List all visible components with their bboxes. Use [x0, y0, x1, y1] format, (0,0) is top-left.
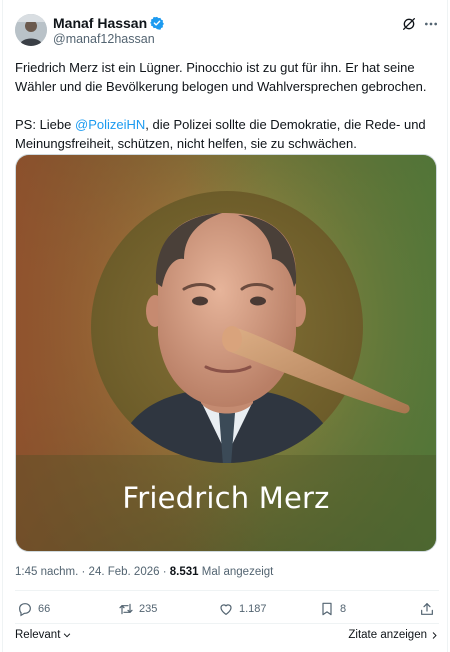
tweet-meta: 1:45 nachm. · 24. Feb. 2026 · 8.531 Mal … — [15, 566, 273, 578]
tweet-time[interactable]: 1:45 nachm. — [15, 566, 78, 578]
repost-button[interactable]: 235 — [118, 601, 157, 617]
bookmark-button[interactable]: 8 — [319, 601, 346, 617]
tweet-image[interactable]: Friedrich Merz — [15, 154, 437, 552]
sort-dropdown[interactable]: Relevant — [15, 629, 72, 641]
display-name[interactable]: Manaf Hassan — [53, 15, 147, 31]
chevron-right-icon — [432, 631, 437, 639]
image-caption: Friedrich Merz — [122, 481, 330, 515]
tweet-header: Manaf Hassan @manaf12hassan — [15, 12, 439, 48]
tweet-card: Manaf Hassan @manaf12hassan Friedrich Me… — [2, 0, 448, 652]
reply-count: 66 — [38, 603, 51, 615]
heart-icon — [220, 604, 232, 616]
sort-label: Relevant — [15, 629, 61, 641]
tweet-paragraph-1: Friedrich Merz ist ein Lügner. Pinocchio… — [15, 60, 427, 94]
views-label: Mal angezeigt — [201, 566, 274, 578]
verified-badge-icon — [150, 16, 165, 30]
like-count: 1.187 — [239, 603, 267, 615]
grok-icon[interactable] — [401, 16, 417, 32]
divider — [15, 590, 439, 591]
tweet-ps-prefix: PS: Liebe — [15, 117, 75, 132]
meta-separator: · — [81, 566, 86, 578]
action-bar: 66 235 1.187 8 — [15, 601, 439, 621]
reply-button[interactable]: 66 — [17, 601, 50, 617]
like-button[interactable]: 1.187 — [218, 601, 267, 617]
name-row: Manaf Hassan — [53, 15, 165, 31]
view-quotes-link[interactable]: Zitate anzeigen — [348, 629, 439, 641]
share-button[interactable] — [419, 601, 435, 617]
repost-count: 235 — [139, 603, 158, 615]
repost-icon — [119, 603, 133, 615]
reply-icon — [19, 603, 31, 617]
bookmark-icon — [322, 602, 332, 616]
divider — [15, 623, 439, 624]
avatar[interactable] — [15, 14, 47, 46]
reply-footer: Relevant Zitate anzeigen — [15, 627, 439, 645]
tweet-date[interactable]: 24. Feb. 2026 — [89, 566, 160, 578]
tweet-text: Friedrich Merz ist ein Lügner. Pinocchio… — [15, 58, 439, 153]
bookmark-count: 8 — [340, 603, 347, 615]
share-icon — [421, 603, 433, 615]
user-handle[interactable]: @manaf12hassan — [53, 32, 155, 46]
views-count: 8.531 — [169, 566, 199, 578]
quotes-label: Zitate anzeigen — [348, 629, 427, 641]
more-icon[interactable] — [423, 16, 439, 32]
meta-separator: · — [162, 566, 167, 578]
tweet-paragraph-2: PS: Liebe @PolizeiHN, die Polizei sollte… — [15, 115, 439, 153]
mention-link[interactable]: @PolizeiHN — [75, 117, 145, 132]
chevron-down-icon — [64, 633, 71, 638]
